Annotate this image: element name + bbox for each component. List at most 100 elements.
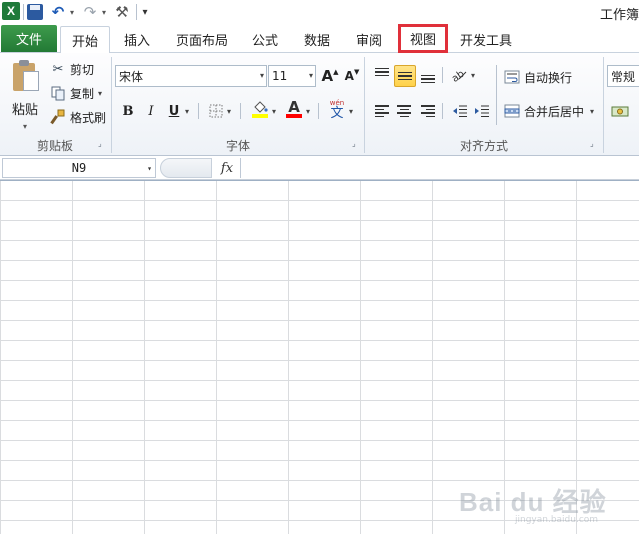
italic-button[interactable]: I [141, 101, 161, 121]
tab-review[interactable]: 审阅 [348, 26, 390, 53]
decrease-indent-button[interactable] [450, 101, 470, 121]
tab-developer[interactable]: 开发工具 [456, 26, 516, 53]
align-left-icon [375, 105, 389, 117]
redo-dropdown-chevron-icon[interactable]: ▾ [100, 2, 108, 22]
baidu-watermark-logo: Bai du 经验 jingyan.baidu.com [459, 482, 609, 525]
font-name-combo[interactable]: 宋体 ▾ [115, 65, 267, 87]
font-name-value: 宋体 [119, 69, 144, 84]
align-right-button[interactable] [418, 101, 438, 121]
wrap-text-button[interactable]: 自动换行 [504, 67, 572, 87]
tools-icon[interactable]: ⚒ [113, 2, 131, 22]
phonetic-guide-button[interactable]: wén 文 [326, 98, 348, 122]
scissors-icon: ✂ [52, 61, 64, 77]
align-bottom-button[interactable] [418, 65, 438, 85]
formula-input[interactable] [240, 158, 637, 178]
merge-center-button[interactable]: 合并后居中 ▾ [504, 101, 594, 121]
borders-button[interactable] [206, 101, 226, 121]
decrease-indent-icon [453, 105, 467, 117]
borders-icon [209, 104, 223, 118]
font-color-icon: A [288, 98, 300, 116]
fill-color-swatch [252, 114, 268, 118]
phonetic-guide-bottom: 文 [330, 106, 344, 121]
merge-cells-icon [504, 103, 520, 119]
undo-dropdown-chevron-icon[interactable]: ▾ [68, 2, 76, 22]
cut-label: 剪切 [70, 62, 95, 77]
name-box[interactable]: N9 ▾ [2, 158, 156, 178]
shrink-font-button[interactable]: A ▼ [342, 66, 362, 86]
save-icon[interactable] [27, 4, 43, 20]
align-center-button[interactable] [394, 101, 414, 121]
grow-font-button[interactable]: A ▲ [320, 66, 340, 86]
fill-color-chevron-down-icon[interactable]: ▾ [272, 107, 276, 116]
window-title: 工作簿 [599, 8, 639, 23]
font-color-chevron-down-icon[interactable]: ▾ [306, 107, 310, 116]
paint-bucket-icon [254, 101, 268, 113]
phonetic-chevron-down-icon[interactable]: ▾ [349, 107, 353, 116]
bold-button[interactable]: B [118, 101, 138, 121]
orientation-button[interactable]: ab [450, 65, 470, 85]
paintbrush-icon [50, 109, 66, 125]
alignment-divider [442, 103, 443, 119]
align-left-button[interactable] [372, 101, 392, 121]
orientation-chevron-down-icon[interactable]: ▾ [471, 71, 475, 80]
font-color-button[interactable]: A [284, 99, 304, 119]
clipboard-icon [11, 59, 39, 93]
format-painter-label: 格式刷 [70, 110, 107, 125]
number-format-combo[interactable]: 常规 [607, 65, 639, 87]
svg-text:ab: ab [451, 69, 467, 83]
alignment-group-label: 对齐方式 [459, 139, 508, 153]
redo-icon[interactable]: ↷ [82, 2, 98, 22]
insert-function-icon[interactable]: fx [216, 159, 238, 177]
copy-button[interactable]: 复制 ▾ [50, 83, 102, 103]
tab-view[interactable]: 视图 [398, 24, 448, 53]
formula-bar-splitter[interactable] [160, 158, 212, 178]
name-box-chevron-down-icon[interactable]: ▾ [147, 164, 152, 173]
ribbon-home: 粘贴 ▾ ✂ 剪切 复制 ▾ 格式刷 剪贴板 ⌟ 宋体 ▾ 11 ▾ A ▲ A ▼… [0, 53, 639, 156]
merge-chevron-down-icon[interactable]: ▾ [590, 107, 594, 116]
tab-formulas[interactable]: 公式 [244, 26, 286, 53]
alignment-launcher-icon[interactable]: ⌟ [590, 139, 600, 149]
font-size-value: 11 [272, 69, 288, 83]
align-top-button[interactable] [372, 65, 392, 85]
underline-button[interactable]: U [164, 101, 184, 121]
align-center-icon [397, 105, 411, 117]
increase-indent-button[interactable] [472, 101, 492, 121]
undo-icon[interactable]: ↶ [50, 2, 66, 22]
font-divider [318, 103, 319, 119]
currency-icon [611, 106, 629, 117]
paste-button[interactable]: 粘贴 ▾ [6, 57, 44, 135]
toolbar-divider [136, 4, 137, 20]
paste-label: 粘贴 [11, 103, 38, 118]
font-group-label: 字体 [225, 139, 250, 153]
font-size-chevron-down-icon[interactable]: ▾ [309, 66, 313, 86]
borders-chevron-down-icon[interactable]: ▾ [227, 107, 231, 116]
font-size-combo[interactable]: 11 ▾ [268, 65, 316, 87]
excel-logo-icon[interactable]: X [2, 2, 20, 20]
tab-data[interactable]: 数据 [296, 26, 338, 53]
align-right-icon [421, 105, 435, 117]
clipboard-launcher-icon[interactable]: ⌟ [98, 139, 108, 149]
toolbar-divider [23, 4, 24, 20]
tab-home[interactable]: 开始 [60, 26, 110, 54]
accounting-format-button[interactable] [610, 101, 630, 121]
fill-color-button[interactable] [250, 99, 270, 119]
customize-toolbar-icon[interactable]: ▾ [140, 2, 150, 22]
tab-page-layout[interactable]: 页面布局 [168, 26, 236, 53]
number-format-value: 常规 [611, 69, 636, 84]
copy-dropdown-chevron-icon[interactable]: ▾ [98, 89, 102, 98]
format-painter-button[interactable]: 格式刷 [50, 107, 106, 127]
shrink-font-icon: A [344, 69, 354, 83]
font-name-chevron-down-icon[interactable]: ▾ [260, 66, 264, 86]
align-middle-button[interactable] [394, 65, 416, 87]
paste-dropdown-chevron-icon[interactable]: ▾ [23, 122, 27, 131]
font-launcher-icon[interactable]: ⌟ [352, 139, 362, 149]
increase-indent-icon [475, 105, 489, 117]
align-middle-icon [398, 71, 412, 81]
copy-label: 复制 [70, 86, 95, 101]
wrap-text-icon [504, 69, 520, 85]
cut-button[interactable]: ✂ 剪切 [50, 59, 94, 79]
merge-center-label: 合并后居中 [524, 104, 585, 119]
tab-insert[interactable]: 插入 [114, 26, 160, 53]
underline-chevron-down-icon[interactable]: ▾ [185, 107, 189, 116]
tab-file[interactable]: 文件 [1, 25, 57, 52]
